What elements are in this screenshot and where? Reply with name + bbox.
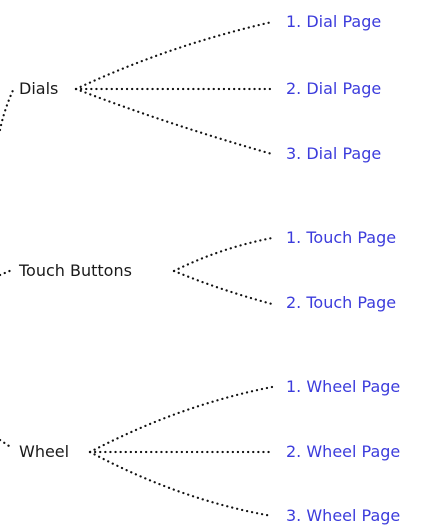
touch-page-1-link[interactable]: 1. Touch Page — [286, 228, 396, 248]
group-label-touch-buttons: Touch Buttons — [18, 261, 133, 281]
trunk-connector-dials — [0, 86, 16, 132]
wheel-page-2-link[interactable]: 2. Wheel Page — [286, 442, 400, 462]
touch-page-2-link[interactable]: 2. Touch Page — [286, 293, 396, 313]
dial-page-1-link[interactable]: 1. Dial Page — [286, 12, 381, 32]
group-label-dials: Dials — [18, 79, 60, 99]
connector-touch-2 — [172, 269, 274, 306]
connector-wheel-3 — [88, 450, 274, 518]
trunk-connector-wheel — [0, 438, 14, 450]
wheel-page-1-link[interactable]: 1. Wheel Page — [286, 377, 400, 397]
connector-dials-1 — [74, 20, 274, 91]
trunk-connector-touch — [0, 268, 14, 277]
connector-wheel-1 — [88, 385, 274, 454]
wheel-page-3-link[interactable]: 3. Wheel Page — [286, 506, 400, 526]
connector-dials-3 — [74, 87, 274, 156]
group-label-wheel: Wheel — [18, 442, 71, 462]
connector-touch-1 — [172, 236, 274, 273]
dial-page-2-link[interactable]: 2. Dial Page — [286, 79, 381, 99]
dial-page-3-link[interactable]: 3. Dial Page — [286, 144, 381, 164]
